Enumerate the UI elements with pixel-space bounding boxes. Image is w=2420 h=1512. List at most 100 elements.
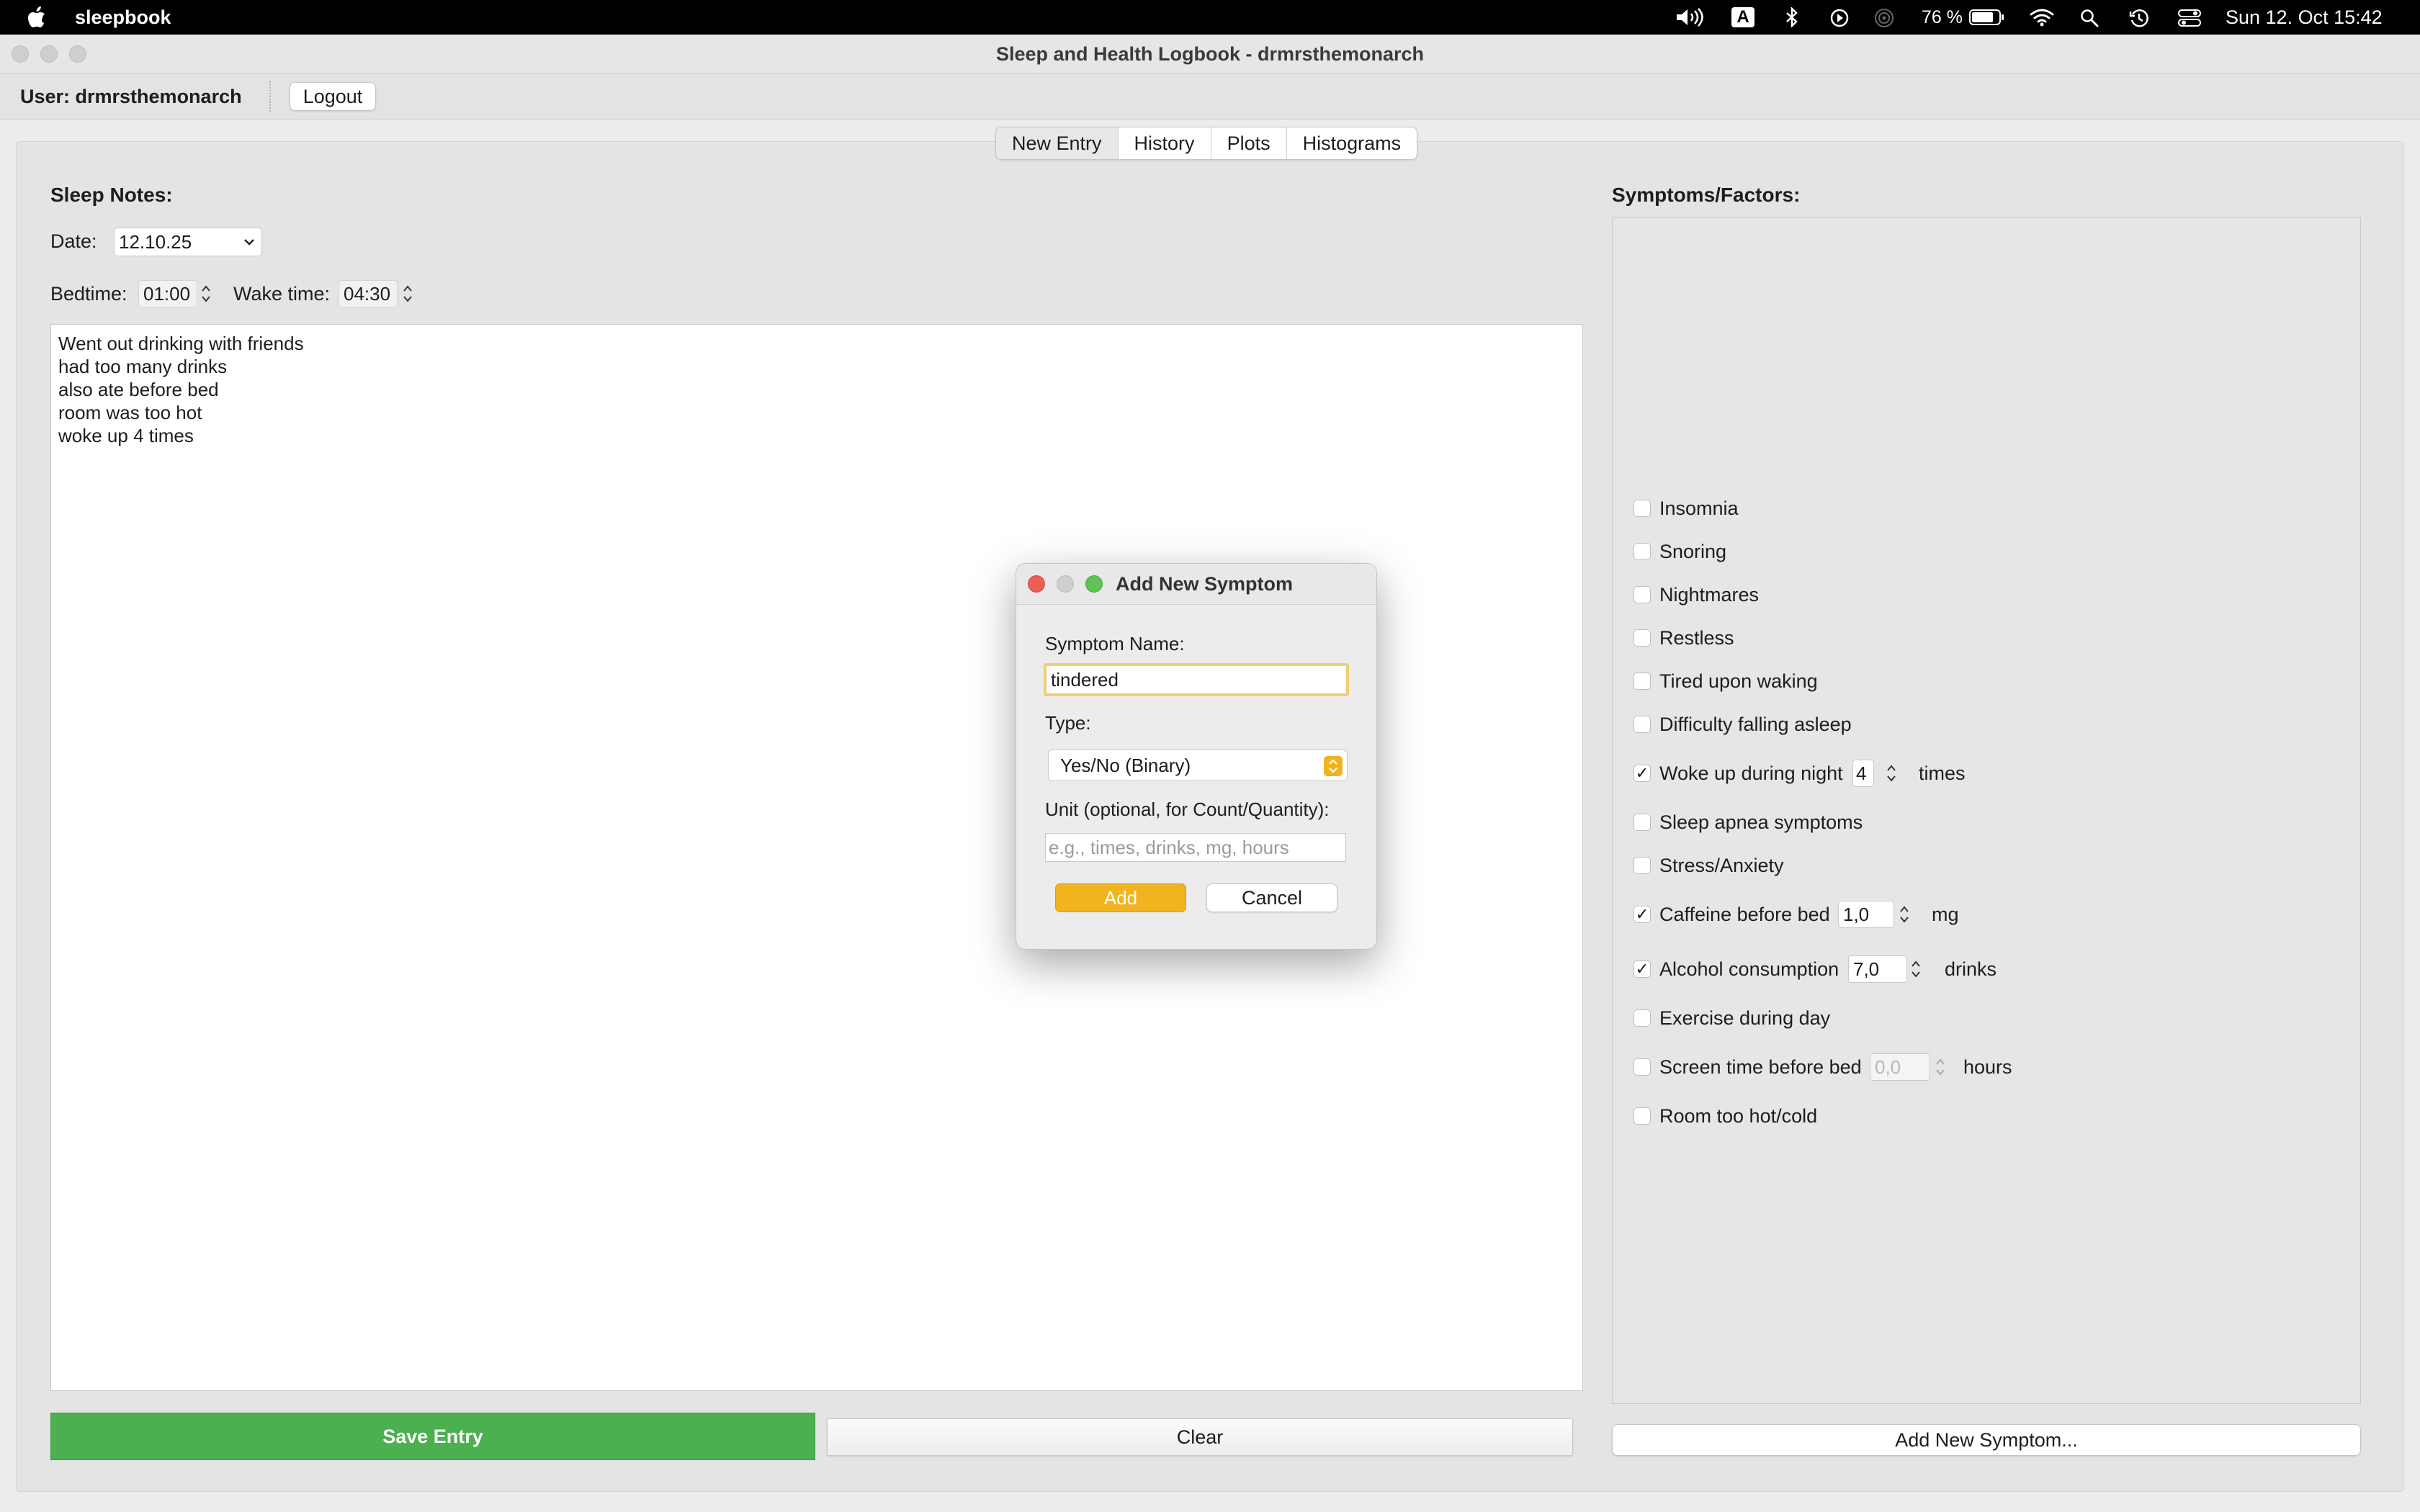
symptom-label[interactable]: Exercise during day: [1659, 1004, 1830, 1032]
symptom-checkbox[interactable]: [1634, 716, 1651, 733]
symptom-unit: mg: [1932, 904, 1959, 925]
chevron-down-icon[interactable]: [243, 237, 256, 247]
date-label: Date:: [50, 230, 97, 252]
airdrop-icon[interactable]: [1874, 8, 1894, 28]
add-new-symptom-button[interactable]: Add New Symptom...: [1612, 1424, 2361, 1456]
symptom-label[interactable]: Woke up during night: [1659, 759, 1843, 788]
bluetooth-icon[interactable]: [1785, 7, 1799, 27]
symptom-checkbox[interactable]: [1634, 672, 1651, 690]
dialog-cancel-button[interactable]: Cancel: [1206, 883, 1337, 912]
symptom-label[interactable]: Snoring: [1659, 537, 1726, 566]
symptom-checkbox-checked[interactable]: ✓: [1634, 906, 1651, 923]
wifi-icon[interactable]: [2030, 7, 2054, 27]
bedtime-field[interactable]: 01:00: [138, 280, 197, 307]
stepper-icon[interactable]: [1886, 762, 1897, 785]
screen-time-input: 0,0: [1870, 1053, 1930, 1081]
logout-button[interactable]: Logout: [290, 82, 376, 111]
dialog-title: Add New Symptom: [1116, 573, 1294, 595]
symptom-checkbox[interactable]: [1634, 629, 1651, 647]
symptom-label[interactable]: Room too hot/cold: [1659, 1102, 1817, 1130]
waketime-label: Wake time:: [233, 283, 331, 305]
dialog-close-button[interactable]: [1028, 575, 1045, 593]
date-picker[interactable]: 12.10.25: [114, 228, 262, 256]
symptom-label[interactable]: Sleep apnea symptoms: [1659, 808, 1863, 837]
symptom-checkbox-checked[interactable]: ✓: [1634, 765, 1651, 782]
symptom-label[interactable]: Insomnia: [1659, 494, 1739, 523]
stepper-icon: [1936, 1058, 1945, 1076]
notes-line: room was too hot: [58, 402, 202, 423]
save-entry-button[interactable]: Save Entry: [50, 1413, 815, 1460]
unit-label: Unit (optional, for Count/Quantity):: [1045, 798, 1330, 820]
date-value: 12.10.25: [119, 231, 192, 253]
unit-input[interactable]: e.g., times, drinks, mg, hours: [1045, 833, 1346, 862]
control-center-icon[interactable]: [2178, 9, 2201, 27]
symptom-checkbox[interactable]: [1634, 543, 1651, 560]
symptom-checkbox[interactable]: [1634, 814, 1651, 831]
dialog-add-button[interactable]: Add: [1055, 883, 1186, 912]
notes-line: woke up 4 times: [58, 425, 194, 446]
symptom-label[interactable]: Nightmares: [1659, 580, 1759, 609]
symptom-unit: times: [1919, 762, 1966, 784]
symptom-name-label: Symptom Name:: [1045, 633, 1185, 654]
menu-bar: sleepbook A 76 % Sun 12. Oct 15:42: [0, 0, 2420, 35]
tab-plots[interactable]: Plots: [1211, 127, 1287, 159]
symptom-checkbox[interactable]: [1634, 1009, 1651, 1027]
notes-line: Went out drinking with friends: [58, 333, 304, 354]
stepper-icon[interactable]: [1910, 958, 1922, 981]
menubar-app-name[interactable]: sleepbook: [75, 0, 171, 35]
stepper-icon[interactable]: [1899, 903, 1910, 926]
type-select-value: Yes/No (Binary): [1060, 755, 1191, 776]
bedtime-stepper-icon[interactable]: [200, 282, 212, 305]
tab-history[interactable]: History: [1119, 127, 1211, 159]
symptom-checkbox[interactable]: [1634, 1107, 1651, 1125]
alcohol-amount-input[interactable]: 7,0: [1848, 955, 1907, 983]
symptom-label[interactable]: Restless: [1659, 624, 1734, 652]
sleep-notes-title: Sleep Notes:: [50, 184, 173, 206]
type-label: Type:: [1045, 712, 1091, 734]
waketime-stepper-icon[interactable]: [402, 282, 413, 305]
symptom-label[interactable]: Caffeine before bed: [1659, 900, 1830, 929]
caffeine-amount-input[interactable]: 1,0: [1838, 901, 1894, 928]
notes-line: had too many drinks: [58, 356, 228, 377]
symptom-label[interactable]: Stress/Anxiety: [1659, 851, 1784, 880]
spotlight-search-icon[interactable]: [2080, 9, 2099, 27]
input-source-icon[interactable]: A: [1731, 7, 1754, 27]
clear-button[interactable]: Clear: [827, 1418, 1573, 1456]
symptom-unit: drinks: [1945, 958, 1997, 980]
symptom-checkbox[interactable]: [1634, 857, 1651, 874]
toolbar-separator: [269, 81, 271, 112]
waketime-value: 04:30: [344, 283, 391, 305]
tab-new-entry[interactable]: New Entry: [996, 127, 1119, 159]
battery-percent: 76 %: [1922, 7, 1963, 27]
bedtime-label: Bedtime:: [50, 283, 127, 305]
symptom-checkbox[interactable]: [1634, 1058, 1651, 1076]
symptom-checkbox-checked[interactable]: ✓: [1634, 960, 1651, 978]
symptom-checkbox[interactable]: [1634, 500, 1651, 517]
dialog-zoom-button[interactable]: [1085, 575, 1103, 593]
notes-line: also ate before bed: [58, 379, 219, 400]
symptom-label[interactable]: Tired upon waking: [1659, 667, 1818, 696]
window-titlebar: Sleep and Health Logbook - drmrsthemonar…: [0, 35, 2420, 74]
tab-bar: New Entry History Plots Histograms: [995, 127, 1418, 160]
tab-histograms[interactable]: Histograms: [1287, 127, 1417, 159]
symptom-label[interactable]: Alcohol consumption: [1659, 955, 1839, 984]
dialog-titlebar: Add New Symptom: [1016, 564, 1376, 605]
symptom-label[interactable]: Difficulty falling asleep: [1659, 710, 1852, 739]
time-machine-icon[interactable]: [2129, 8, 2149, 28]
symptom-label[interactable]: Screen time before bed: [1659, 1053, 1862, 1081]
battery-icon[interactable]: [1969, 9, 2005, 26]
symptom-unit: hours: [1963, 1056, 2012, 1078]
user-label: User: drmrsthemonarch: [20, 86, 242, 107]
symptom-checkbox[interactable]: [1634, 586, 1651, 603]
now-playing-icon[interactable]: [1829, 8, 1850, 28]
add-symptom-dialog: Add New Symptom Symptom Name: tindered T…: [1016, 563, 1377, 950]
symptom-name-input[interactable]: tindered: [1044, 663, 1349, 696]
symptoms-title: Symptoms/Factors:: [1612, 184, 1801, 206]
select-arrows-icon[interactable]: [1324, 756, 1343, 776]
woke-up-count-input[interactable]: 4: [1852, 760, 1874, 787]
type-select[interactable]: Yes/No (Binary): [1048, 750, 1348, 781]
waketime-field[interactable]: 04:30: [339, 280, 398, 307]
apple-icon[interactable]: [27, 6, 46, 28]
menubar-datetime[interactable]: Sun 12. Oct 15:42: [2226, 0, 2383, 35]
volume-icon[interactable]: [1675, 8, 1704, 27]
